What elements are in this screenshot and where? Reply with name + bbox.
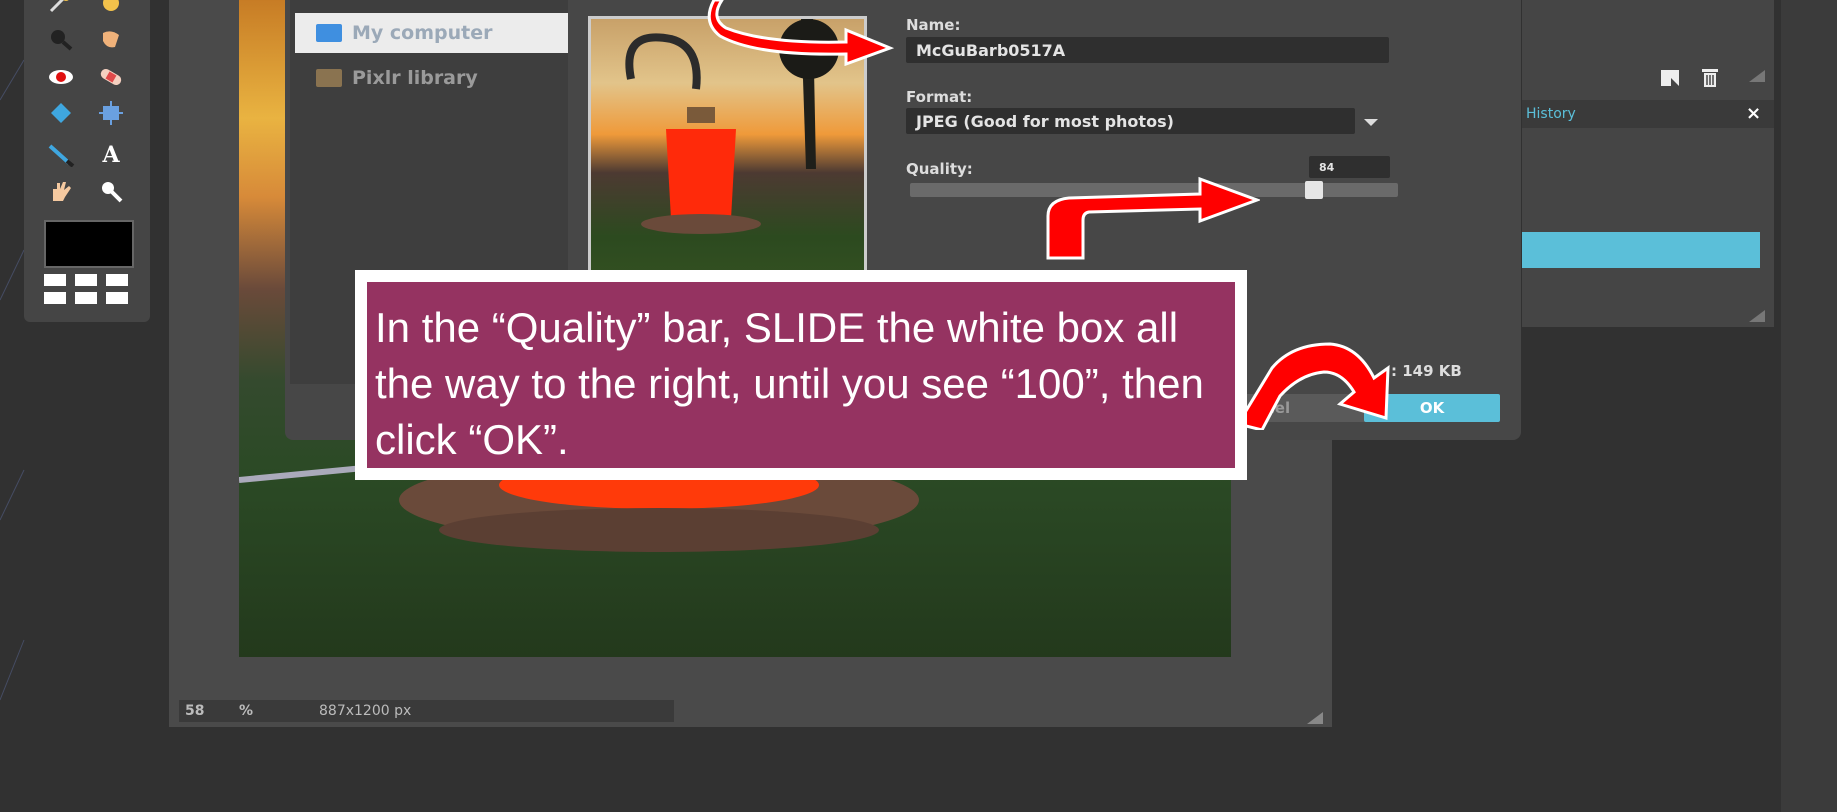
chevron-down-icon[interactable] [1363, 118, 1379, 128]
callout-box: In the “Quality” bar, SLIDE the white bo… [367, 282, 1235, 468]
blur-tool-icon[interactable] [44, 100, 78, 126]
top-arrow-icon [707, 0, 895, 66]
pencil-tool-icon[interactable] [94, 0, 128, 16]
zoom-tool-icon[interactable] [94, 178, 128, 204]
image-dimensions: 887x1200 px [319, 703, 412, 719]
format-select[interactable]: JPEG (Good for most photos) [906, 108, 1355, 134]
red-eye-tool-icon[interactable] [44, 64, 78, 90]
monitor-icon [316, 24, 342, 42]
history-resize-grip-icon[interactable] [1749, 310, 1765, 322]
source-label: Pixlr library [352, 67, 478, 89]
ok-arrow-icon [1236, 342, 1390, 430]
color-swatch[interactable] [44, 220, 134, 268]
grid-view-icon[interactable] [44, 274, 130, 306]
right-scroll-strip [1781, 0, 1837, 812]
brush-tool-icon[interactable] [44, 142, 78, 168]
sharpen-tool-icon[interactable] [94, 100, 128, 126]
new-layer-icon[interactable] [1659, 68, 1681, 88]
panel-resize-grip-icon[interactable] [1749, 70, 1765, 82]
zoom-value[interactable]: 58 [185, 703, 204, 719]
canvas-resize-grip-icon[interactable] [1307, 712, 1323, 724]
history-selected-item[interactable] [1522, 232, 1760, 268]
bandage-tool-icon[interactable] [94, 64, 128, 90]
history-panel-header: History × [1522, 100, 1774, 128]
layers-history-panel: History × [1522, 0, 1774, 327]
format-label: Format: [906, 88, 973, 106]
tool-palette: A [24, 0, 150, 322]
text-tool-icon[interactable]: A [94, 142, 128, 168]
sponge-tool-icon[interactable] [94, 26, 128, 52]
wand-tool-icon[interactable] [44, 0, 78, 16]
callout-text: In the “Quality” bar, SLIDE the white bo… [375, 304, 1204, 463]
source-pixlr-library[interactable]: Pixlr library [295, 58, 568, 98]
canvas-status-bar: 58 % 887x1200 px [179, 700, 674, 722]
zoom-unit: % [239, 703, 254, 719]
instruction-callout: In the “Quality” bar, SLIDE the white bo… [355, 270, 1247, 480]
quality-arrow-icon [1046, 176, 1260, 260]
trash-icon[interactable] [1699, 66, 1721, 88]
magnifier-tool-icon[interactable] [44, 26, 78, 52]
quality-label: Quality: [906, 160, 973, 178]
source-label: My computer [352, 22, 493, 44]
name-label: Name: [906, 16, 961, 34]
library-icon [316, 69, 342, 87]
quality-value[interactable]: 84 [1309, 156, 1390, 178]
source-my-computer[interactable]: My computer [295, 13, 568, 53]
history-tab[interactable]: History [1526, 106, 1576, 122]
hand-tool-icon[interactable] [44, 178, 78, 204]
name-input[interactable]: McGuBarb0517A [906, 37, 1389, 63]
ok-label: OK [1419, 399, 1445, 417]
quality-slider-thumb[interactable] [1305, 181, 1323, 199]
close-icon[interactable]: × [1746, 103, 1761, 124]
